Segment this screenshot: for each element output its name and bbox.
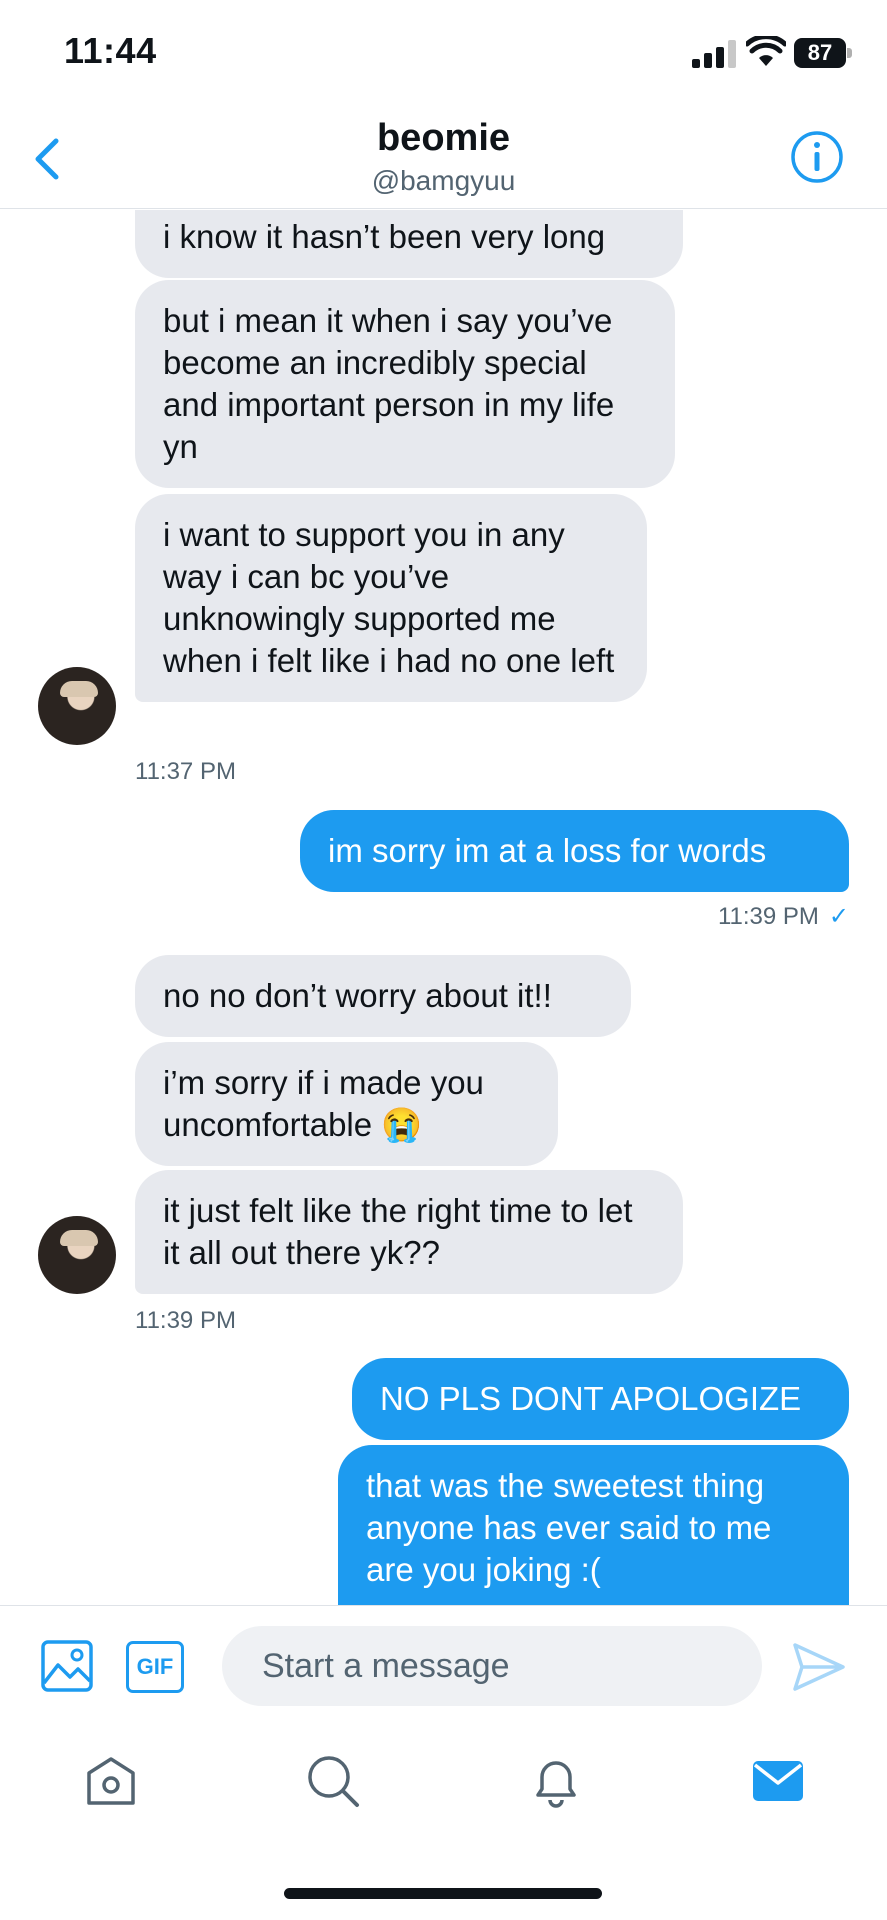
- incoming-message[interactable]: i’m sorry if i made you uncomfortable 😭: [135, 1042, 558, 1166]
- status-bar: 11:44 87: [0, 0, 887, 105]
- send-icon[interactable]: [792, 1642, 846, 1692]
- outgoing-message[interactable]: NO PLS DONT APOLOGIZE: [352, 1358, 849, 1440]
- incoming-message[interactable]: i know it hasn’t been very long: [135, 210, 683, 278]
- outgoing-message[interactable]: im sorry im at a loss for words: [300, 810, 849, 892]
- bell-icon[interactable]: [528, 1753, 584, 1809]
- status-time: 11:44: [64, 30, 157, 71]
- message-timestamp: 11:37 PM: [135, 758, 236, 785]
- message-composer: GIF: [0, 1605, 887, 1733]
- tab-bar: [0, 1733, 887, 1843]
- message-timestamp: 11:39 PM: [135, 1307, 236, 1334]
- battery-icon: 87: [794, 38, 852, 68]
- media-icon[interactable]: [40, 1639, 94, 1693]
- message-input[interactable]: [222, 1626, 762, 1706]
- incoming-message[interactable]: it just felt like the right time to let …: [135, 1170, 683, 1294]
- incoming-message[interactable]: i want to support you in any way i can b…: [135, 494, 647, 702]
- avatar[interactable]: [38, 667, 116, 745]
- gif-icon[interactable]: GIF: [126, 1641, 184, 1693]
- conversation-header: beomie @bamgyuu: [0, 105, 887, 209]
- wifi-icon: [746, 36, 786, 66]
- home-indicator: [284, 1888, 602, 1899]
- message-thread[interactable]: i know it hasn’t been very long but i me…: [0, 210, 887, 1605]
- incoming-message[interactable]: no no don’t worry about it!!: [135, 955, 631, 1037]
- avatar[interactable]: [38, 1216, 116, 1294]
- signal-icon: [692, 40, 736, 68]
- contact-handle: @bamgyuu: [371, 165, 516, 196]
- message-timestamp: 11:39 PM ✓: [717, 903, 849, 930]
- battery-level: 87: [794, 38, 846, 68]
- incoming-message[interactable]: but i mean it when i say you’ve become a…: [135, 280, 675, 488]
- home-icon[interactable]: [83, 1753, 139, 1809]
- info-icon[interactable]: [790, 130, 844, 184]
- mail-icon[interactable]: [750, 1753, 806, 1809]
- contact-name[interactable]: beomie: [0, 117, 887, 160]
- search-icon[interactable]: [305, 1753, 361, 1809]
- outgoing-message[interactable]: that was the sweetest thing anyone has e…: [338, 1445, 849, 1605]
- read-check-icon: ✓: [828, 903, 849, 930]
